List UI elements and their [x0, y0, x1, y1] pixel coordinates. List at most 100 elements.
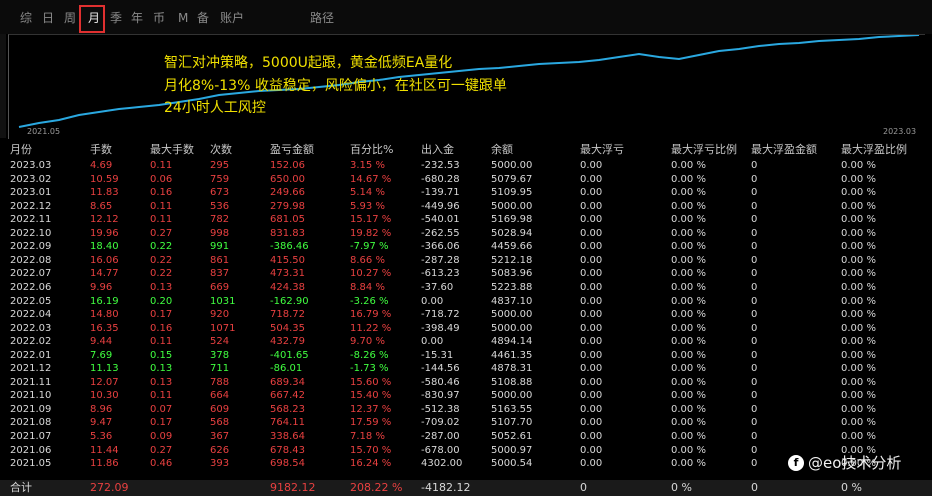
column-header-7[interactable]: 余额: [491, 143, 513, 157]
table-cell-0: 2022.08: [10, 254, 52, 266]
table-row[interactable]: 2022.07 14.77 0.22 837 473.31 10.27 % -613.23 5…: [0, 267, 932, 280]
table-cell-11: 0.00 %: [841, 390, 876, 402]
table-row[interactable]: 2023.02 10.59 0.06 759 650.00 14.67 % -680.28 5…: [0, 173, 932, 186]
table-cell-9: 0.00 %: [671, 160, 706, 171]
table-cell-5: 5.14 %: [350, 187, 385, 199]
column-header-1[interactable]: 手数: [90, 143, 112, 157]
column-header-0[interactable]: 月份: [10, 143, 32, 157]
table-row[interactable]: 2021.10 10.30 0.11 664 667.42 15.40 % -830.97 5…: [0, 389, 932, 402]
tab-7[interactable]: M: [178, 10, 188, 26]
table-cell-9: 0.00 %: [671, 322, 706, 334]
table-cell-10: 0: [751, 173, 758, 185]
table-cell-8: 0.00: [580, 281, 603, 293]
table-row[interactable]: 2021.07 5.36 0.09 367 338.64 7.18 % -287.00 505…: [0, 430, 932, 443]
table-cell-11: 0.00 %: [841, 227, 876, 239]
table-cell-8: 0.00: [580, 444, 603, 456]
table-row[interactable]: 2021.08 9.47 0.17 568 764.11 17.59 % -709.02 51…: [0, 416, 932, 429]
table-row[interactable]: 2022.11 12.12 0.11 782 681.05 15.17 % -540.01 5…: [0, 213, 932, 226]
tab-4[interactable]: 季: [110, 10, 122, 26]
table-row[interactable]: 2023.03 4.69 0.11 295 152.06 3.15 % -232.53 500…: [0, 159, 932, 172]
table-cell-7: 5000.54: [491, 458, 533, 470]
table-row[interactable]: 2023.01 11.83 0.16 673 249.66 5.14 % -139.71 51…: [0, 186, 932, 199]
table-cell-6: -709.02: [421, 417, 460, 429]
table-cell-3: 626: [210, 444, 230, 456]
table-cell-4: 689.34: [270, 376, 305, 388]
column-header-9[interactable]: 最大浮亏比例: [671, 143, 737, 157]
table-cell-9: 0.00 %: [671, 390, 706, 402]
table-cell-10: 0: [751, 268, 758, 280]
tab-8[interactable]: 备: [197, 10, 209, 26]
table-cell-1: 4.69: [90, 160, 113, 171]
table-cell-0: 2022.04: [10, 309, 52, 321]
tab-9[interactable]: 账户: [220, 10, 244, 26]
table-row[interactable]: 2022.01 7.69 0.15 378 -401.65 -8.26 % -15.31 44…: [0, 349, 932, 362]
chart-left-gutter: [0, 34, 6, 138]
table-row[interactable]: 2022.02 9.44 0.11 524 432.79 9.70 % 0.00 4894.1…: [0, 335, 932, 348]
table-row[interactable]: 2022.04 14.80 0.17 920 718.72 16.79 % -718.72 5…: [0, 308, 932, 321]
table-cell-11: 0.00 %: [841, 322, 876, 334]
table-cell-1: 12.12: [90, 214, 119, 226]
column-header-11[interactable]: 最大浮盈比例: [841, 143, 907, 157]
table-row[interactable]: 2022.12 8.65 0.11 536 279.98 5.93 % -449.96 500…: [0, 200, 932, 213]
table-cell-2: 0.15: [150, 349, 173, 361]
table-row[interactable]: 2022.06 9.96 0.13 669 424.38 8.84 % -37.60 5223…: [0, 281, 932, 294]
tab-2[interactable]: 周: [64, 10, 76, 26]
table-cell-3: 609: [210, 403, 230, 415]
table-cell-2: 0.46: [150, 458, 173, 470]
table-cell-5: 8.84 %: [350, 281, 385, 293]
table-cell-9: 0.00 %: [671, 241, 706, 253]
table-cell-10: 0: [751, 187, 758, 199]
table-cell-1: 10.59: [90, 173, 119, 185]
table-cell-10: 0: [751, 281, 758, 293]
table-cell-10: 0: [751, 295, 758, 307]
table-cell-8: 0.00: [580, 309, 603, 321]
overlay-line-1: 智汇对冲策略，5000U起跟，黄金低频EA量化: [164, 55, 453, 71]
table-cell-9: 0.00 %: [671, 173, 706, 185]
table-cell-2: 0.20: [150, 295, 173, 307]
table-row[interactable]: 2021.09 8.96 0.07 609 568.23 12.37 % -512.38 51…: [0, 403, 932, 416]
column-header-4[interactable]: 盈亏金额: [270, 143, 314, 157]
table-cell-6: -580.46: [421, 376, 460, 388]
tab-1[interactable]: 日: [42, 10, 54, 26]
table-row[interactable]: 2022.05 16.19 0.20 1031 -162.90 -3.26 % 0.00 48…: [0, 295, 932, 308]
table-cell-1: 7.69: [90, 349, 113, 361]
column-header-3[interactable]: 次数: [210, 143, 232, 157]
tab-6[interactable]: 币: [153, 10, 165, 26]
column-header-5[interactable]: 百分比%: [350, 143, 393, 157]
total-lots: 272.09: [90, 481, 129, 494]
tab-5[interactable]: 年: [131, 10, 143, 26]
column-header-6[interactable]: 出入金: [421, 143, 454, 157]
tab-3[interactable]: 月: [88, 10, 100, 26]
table-cell-7: 5163.55: [491, 403, 533, 415]
column-header-10[interactable]: 最大浮盈金额: [751, 143, 817, 157]
table-cell-1: 18.40: [90, 241, 119, 253]
table-row[interactable]: 2022.10 19.96 0.27 998 831.83 19.82 % -262.55 5…: [0, 227, 932, 240]
table-cell-6: -232.53: [421, 160, 460, 171]
table-cell-0: 2022.05: [10, 295, 52, 307]
table-cell-9: 0.00 %: [671, 227, 706, 239]
table-cell-0: 2022.07: [10, 268, 52, 280]
table-cell-8: 0.00: [580, 403, 603, 415]
table-cell-0: 2022.09: [10, 241, 52, 253]
table-row[interactable]: 2021.12 11.13 0.13 711 -86.01 -1.73 % -144.56 4…: [0, 362, 932, 375]
table-cell-4: 667.42: [270, 390, 305, 402]
table-row[interactable]: 2022.08 16.06 0.22 861 415.50 8.66 % -287.28 52…: [0, 254, 932, 267]
table-cell-6: -139.71: [421, 187, 460, 199]
table-row[interactable]: 2022.03 16.35 0.16 1071 504.35 11.22 % -398.49…: [0, 322, 932, 335]
table-cell-8: 0.00: [580, 336, 603, 348]
table-cell-5: 19.82 %: [350, 227, 392, 239]
table-row[interactable]: 2021.11 12.07 0.13 788 689.34 15.60 % -580.46 5…: [0, 376, 932, 389]
table-cell-3: 991: [210, 241, 230, 253]
column-header-2[interactable]: 最大手数: [150, 143, 194, 157]
tab-0[interactable]: 综: [20, 10, 32, 26]
table-cell-9: 0.00 %: [671, 363, 706, 375]
table-row[interactable]: 2022.09 18.40 0.22 991 -386.46 -7.97 % -366.06…: [0, 240, 932, 253]
table-cell-8: 0.00: [580, 241, 603, 253]
column-header-8[interactable]: 最大浮亏: [580, 143, 624, 157]
table-cell-1: 19.96: [90, 227, 119, 239]
tab-10[interactable]: 路径: [310, 10, 334, 26]
table-cell-0: 2022.02: [10, 336, 52, 348]
table-cell-5: 15.60 %: [350, 376, 392, 388]
table-cell-7: 5108.88: [491, 376, 533, 388]
table-cell-5: 16.24 %: [350, 458, 392, 470]
